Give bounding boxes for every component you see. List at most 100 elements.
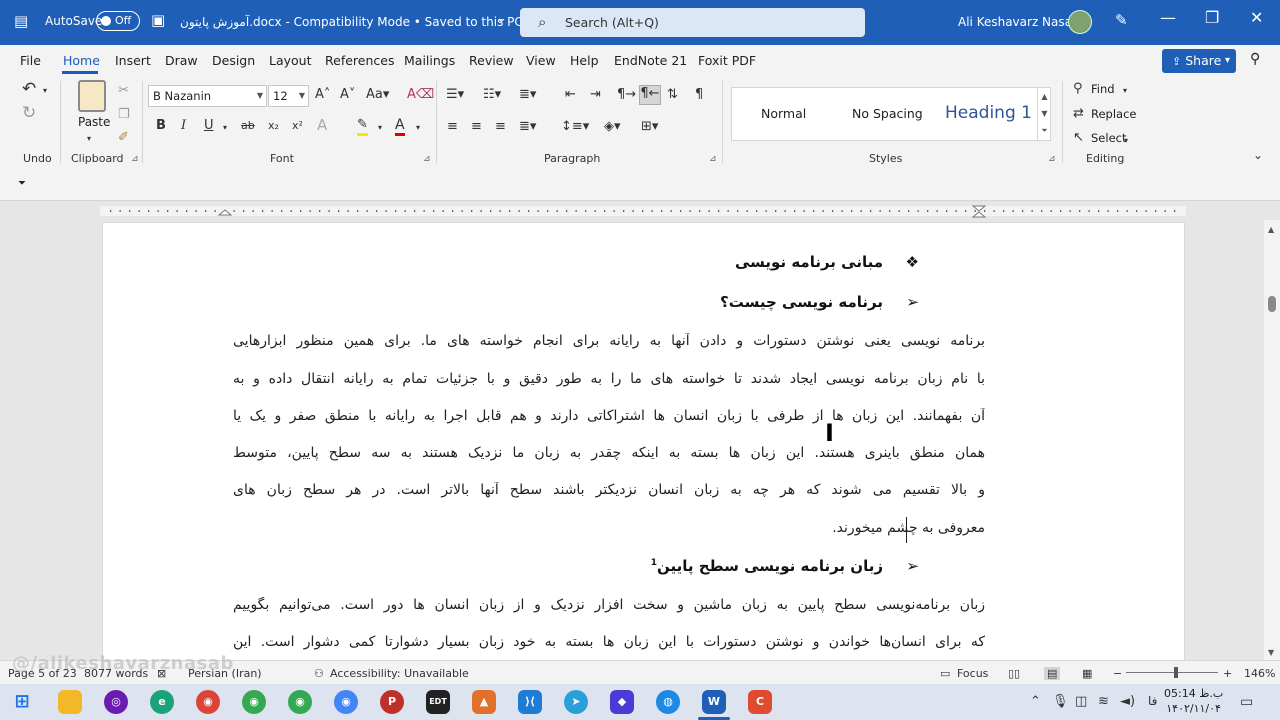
app-icon[interactable]: ◍ [656,690,680,714]
align-left-icon[interactable]: ≡ [447,119,458,135]
start-icon[interactable]: ⊞ [10,690,34,714]
chevron-down-icon[interactable]: ▾ [1124,133,1128,149]
tab-file[interactable]: File [20,53,41,68]
minimize-icon[interactable]: — [1160,8,1176,27]
chrome-icon[interactable]: ◉ [242,690,266,714]
search-box[interactable]: ⌕ Search (Alt+Q) [520,8,865,37]
bullets-icon[interactable]: ☰▾ [446,87,464,103]
paste-icon[interactable] [78,80,106,112]
vertical-scrollbar[interactable]: ▲ ▼ [1264,220,1280,660]
superscript-icon[interactable]: x² [292,118,303,134]
chevron-down-icon[interactable]: ▾ [378,120,382,136]
strikethrough-icon[interactable]: ab [241,118,255,134]
tab-home[interactable]: Home [63,53,100,68]
microphone-icon[interactable]: 🎙 [1052,694,1069,709]
close-icon[interactable]: ✕ [1250,8,1263,27]
autosave-toggle[interactable]: Off [96,11,140,31]
focus-icon[interactable]: ▭ [940,667,950,680]
paste-dropdown-icon[interactable]: ▾ [87,131,91,147]
shrink-font-icon[interactable]: A˅ [340,87,355,103]
user-name[interactable]: Ali Keshavarz Nasab [958,15,1080,29]
align-right-icon[interactable]: ≡ [495,119,506,135]
word-taskbar-icon[interactable]: W [702,690,726,714]
tab-view[interactable]: View [526,53,556,68]
scroll-thumb[interactable] [1268,296,1276,312]
app-icon[interactable]: C [748,690,772,714]
line-spacing-icon[interactable]: ↕≡▾ [561,119,589,135]
vscode-icon[interactable]: ⟩⟨ [518,690,542,714]
highlight-icon[interactable]: ✎ [357,117,368,136]
scroll-up-icon[interactable]: ▲ [1038,88,1051,105]
decrease-indent-icon[interactable]: ⇤ [565,87,576,103]
tab-review[interactable]: Review [469,53,514,68]
text-effects-icon[interactable]: A [317,117,327,133]
tab-foxit-pdf[interactable]: Foxit PDF [698,53,756,68]
focus-button[interactable]: Focus [957,667,988,680]
tab-endnote[interactable]: EndNote 21 [614,53,687,68]
rtl-direction-icon[interactable]: ¶← [639,85,661,105]
clock[interactable]: 05:14 ب.ظ ۱۴۰۲/۱۱/۰۴ [1164,686,1223,716]
tab-help[interactable]: Help [570,53,599,68]
bold-icon[interactable]: B [156,118,166,134]
tray-overflow-icon[interactable]: ⌃ [1030,694,1041,709]
print-layout-icon[interactable]: ▤ [1044,667,1061,680]
tab-design[interactable]: Design [212,53,255,68]
chevron-down-icon[interactable]: ▾ [416,120,420,136]
horizontal-ruler[interactable] [100,203,1186,219]
share-button[interactable]: ⇪ Share ▾ [1162,49,1236,73]
edge-icon[interactable]: e [150,690,174,714]
word-app-icon[interactable]: ▤ [14,12,28,30]
volume-icon[interactable]: ◄) [1120,694,1135,709]
undo-dropdown-icon[interactable]: ▾ [43,83,47,99]
notifications-icon[interactable]: ▭ [1240,694,1253,710]
subscript-icon[interactable]: x₂ [268,118,279,134]
chrome-icon[interactable]: ◉ [334,690,358,714]
tab-insert[interactable]: Insert [115,53,151,68]
zoom-slider-thumb[interactable] [1174,667,1178,678]
find-icon[interactable]: ⚲ [1073,81,1083,97]
undo-icon[interactable]: ↶ [22,81,36,98]
numbering-icon[interactable]: ☷▾ [483,87,501,103]
tab-layout[interactable]: Layout [269,53,312,68]
title-dropdown-icon[interactable]: ⌄ [496,11,507,26]
font-name-dropdown[interactable]: B Nazanin ▼ [148,85,267,107]
chrome-icon[interactable]: ◉ [288,690,312,714]
scroll-down-icon[interactable]: ▼ [1038,105,1051,122]
zoom-level[interactable]: 146% [1244,667,1275,680]
copy-icon[interactable]: ❐ [118,107,130,123]
paste-label[interactable]: Paste [78,115,110,129]
align-center-icon[interactable]: ≡ [471,119,482,135]
matlab-icon[interactable]: ▲ [472,690,496,714]
customize-qat-icon[interactable]: ⏷ [18,178,26,189]
style-heading-1[interactable]: Heading 1 [945,103,1032,123]
underline-icon[interactable]: U [204,118,214,134]
powerpoint-app-icon[interactable]: P [380,690,404,714]
scroll-up-icon[interactable]: ▲ [1268,225,1274,234]
grow-font-icon[interactable]: A˄ [315,87,330,103]
shading-icon[interactable]: ◈▾ [604,119,621,135]
input-language[interactable]: فا [1148,694,1157,708]
tab-references[interactable]: References [325,53,394,68]
italic-icon[interactable]: I [181,118,186,134]
accessibility-icon[interactable]: ⚇ [314,667,324,680]
select-icon[interactable]: ↖ [1073,130,1084,146]
document-page[interactable]: ❖ مبانی برنامه نویسی ➢ برنامه نویسی چیست؟ … [102,222,1185,660]
tab-draw[interactable]: Draw [165,53,198,68]
document-area[interactable]: ❖ مبانی برنامه نویسی ➢ برنامه نویسی چیست؟ … [0,220,1264,660]
more-styles-icon[interactable]: ⏷ [1038,122,1051,139]
web-layout-icon[interactable]: ▦ [1082,667,1092,680]
clear-formatting-icon[interactable]: A⌫ [407,87,434,103]
justify-icon[interactable]: ≣▾ [519,119,536,135]
ltr-direction-icon[interactable]: ¶→ [617,87,636,103]
zoom-in-icon[interactable]: + [1223,667,1232,680]
replace-button[interactable]: Replace [1091,107,1137,121]
restore-icon[interactable]: ❐ [1205,8,1219,27]
styles-scroll[interactable]: ▲ ▼ ⏷ [1037,88,1051,140]
redo-icon[interactable]: ↻ [22,105,36,122]
collapse-ribbon-icon[interactable]: ⌄ [1253,147,1263,163]
style-normal[interactable]: Normal [761,106,806,121]
change-case-icon[interactable]: Aa▾ [366,87,389,103]
select-button[interactable]: Select [1091,131,1126,145]
font-launcher-icon[interactable]: ⊿ [423,154,431,164]
chevron-down-icon[interactable]: ▾ [1123,83,1127,99]
